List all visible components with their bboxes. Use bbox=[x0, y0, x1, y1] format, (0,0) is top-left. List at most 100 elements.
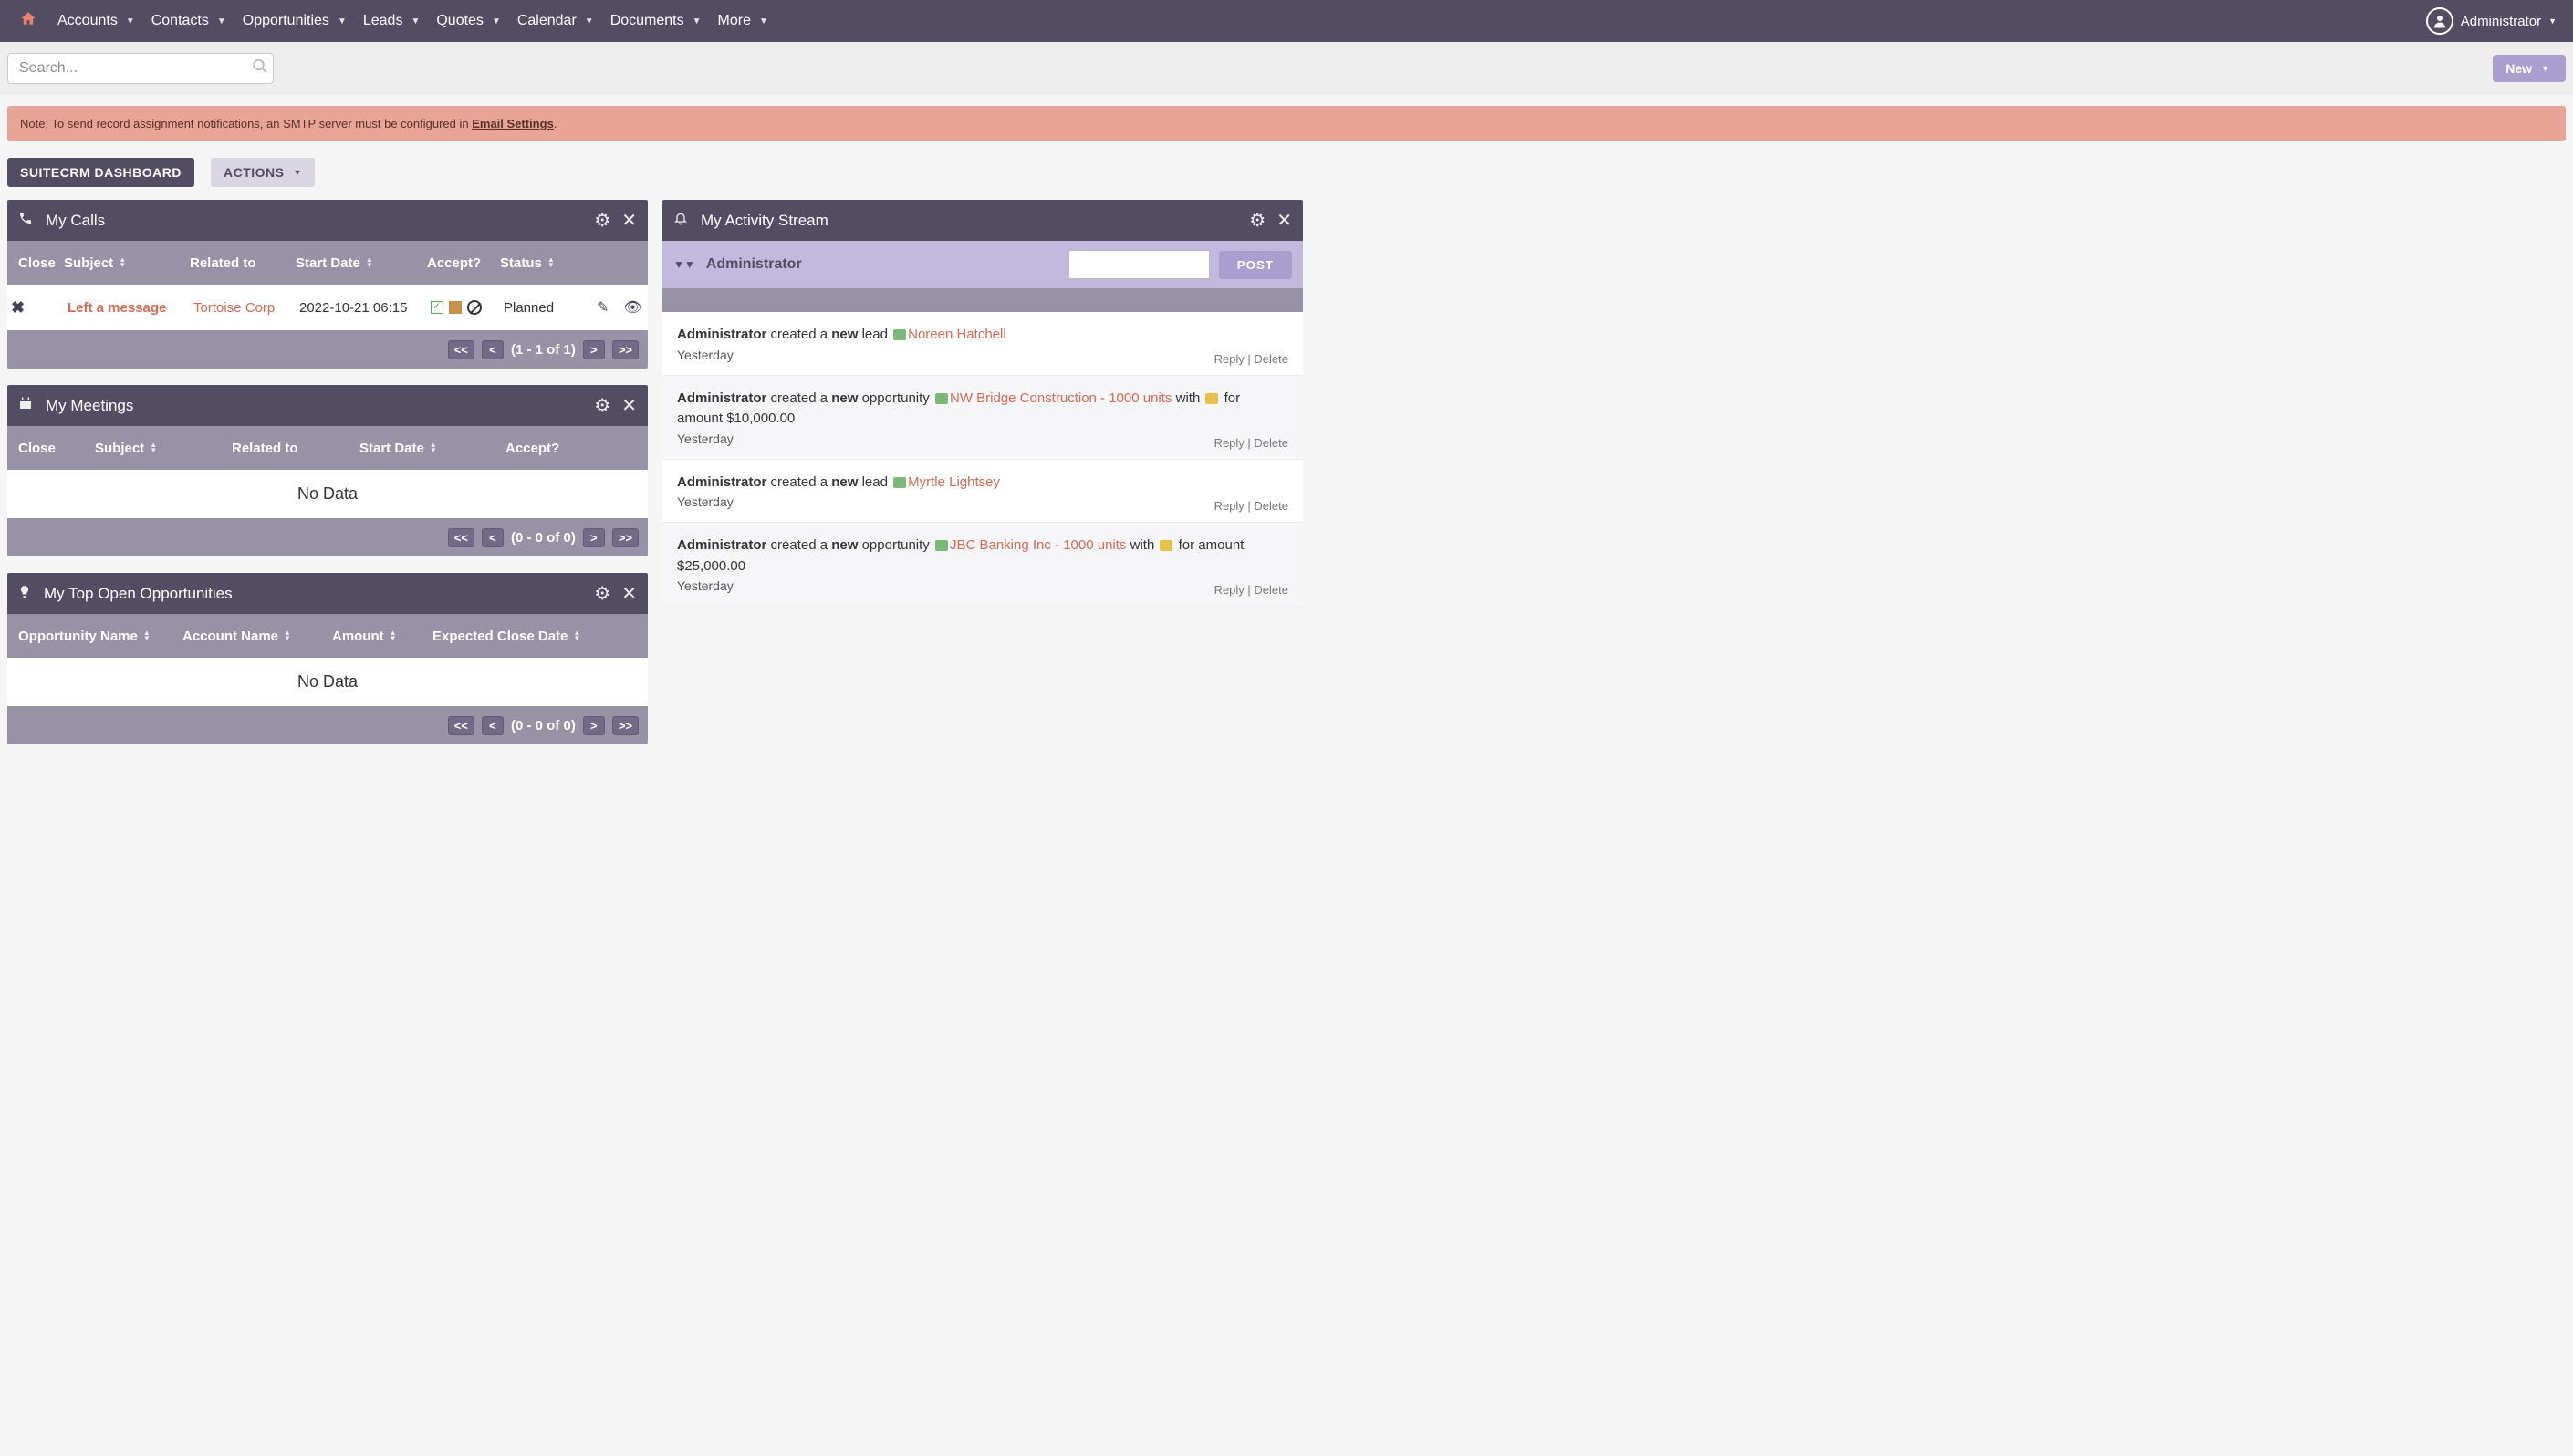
pager-last[interactable]: >> bbox=[612, 528, 639, 547]
bulb-icon bbox=[18, 584, 31, 603]
user-menu[interactable]: Administrator ▼ bbox=[2417, 7, 2566, 35]
new-button[interactable]: New▼ bbox=[2493, 55, 2566, 82]
activity-input[interactable] bbox=[1068, 250, 1210, 279]
content: My Calls ⚙ ✕ Close Subject▲▼ Related to … bbox=[0, 200, 2573, 763]
gear-icon[interactable]: ⚙ bbox=[594, 582, 610, 605]
close-icon[interactable]: ✕ bbox=[1276, 209, 1292, 232]
activity-link[interactable]: NW Bridge Construction - 1000 units bbox=[950, 390, 1172, 406]
view-icon[interactable]: 👁 bbox=[623, 298, 641, 317]
email-settings-link[interactable]: Email Settings bbox=[472, 117, 554, 130]
reply-link[interactable]: Reply bbox=[1214, 352, 1245, 366]
edit-icon[interactable]: ✎ bbox=[597, 298, 609, 317]
avatar-icon bbox=[2426, 7, 2453, 35]
pager-next[interactable]: > bbox=[583, 340, 605, 359]
pager-next[interactable]: > bbox=[583, 716, 605, 735]
pager-info: (0 - 0 of 0) bbox=[511, 530, 576, 546]
activity-divider bbox=[662, 288, 1303, 312]
dashlet-head: My Activity Stream ⚙ ✕ bbox=[662, 200, 1303, 241]
nav-more[interactable]: More▼ bbox=[710, 0, 776, 42]
chevron-down-icon: ▼ bbox=[411, 16, 420, 26]
nav-calendar[interactable]: Calendar▼ bbox=[509, 0, 602, 42]
no-data: No Data bbox=[7, 470, 648, 518]
activity-time: Yesterday bbox=[677, 348, 1288, 362]
post-button[interactable]: POST bbox=[1219, 251, 1292, 279]
col-opp-name[interactable]: Opportunity Name▲▼ bbox=[7, 629, 182, 644]
close-icon[interactable]: ✕ bbox=[621, 209, 637, 232]
search-input[interactable] bbox=[7, 53, 274, 84]
pager-first[interactable]: << bbox=[448, 716, 474, 735]
close-row-icon[interactable]: ✖ bbox=[11, 298, 25, 317]
reply-link[interactable]: Reply bbox=[1214, 583, 1245, 597]
sort-icon: ▲▼ bbox=[366, 257, 373, 268]
folder-icon bbox=[1160, 540, 1172, 551]
pager-info: (0 - 0 of 0) bbox=[511, 718, 576, 733]
delete-link[interactable]: Delete bbox=[1254, 583, 1288, 597]
nav-contacts[interactable]: Contacts▼ bbox=[143, 0, 234, 42]
alert-banner: Note: To send record assignment notifica… bbox=[7, 106, 2566, 141]
pager-prev[interactable]: < bbox=[482, 340, 504, 359]
activity-time: Yesterday bbox=[677, 578, 1288, 593]
col-related: Related to bbox=[232, 441, 359, 456]
pager-last[interactable]: >> bbox=[612, 716, 639, 735]
pager-next[interactable]: > bbox=[583, 528, 605, 547]
col-account[interactable]: Account Name▲▼ bbox=[182, 629, 332, 644]
start-date: 2022-10-21 06:15 bbox=[296, 300, 427, 316]
activity-list[interactable]: Administrator created a new lead Noreen … bbox=[662, 312, 1303, 607]
sub-bar: New▼ bbox=[0, 42, 2573, 95]
gear-icon[interactable]: ⚙ bbox=[1249, 209, 1266, 232]
chevron-down-icon: ▼ bbox=[492, 16, 501, 26]
col-right: My Activity Stream ⚙ ✕ ▼▼ Administrator … bbox=[662, 200, 1303, 607]
home-icon[interactable] bbox=[7, 10, 49, 32]
activity-item: Administrator created a new lead Myrtle … bbox=[662, 460, 1303, 524]
actions-button[interactable]: ACTIONS▼ bbox=[211, 158, 315, 187]
pager-prev[interactable]: < bbox=[482, 716, 504, 735]
chevron-down-icon: ▼ bbox=[294, 168, 302, 177]
col-subject[interactable]: Subject▲▼ bbox=[64, 255, 190, 271]
nav-quotes[interactable]: Quotes▼ bbox=[428, 0, 509, 42]
pager-first[interactable]: << bbox=[448, 528, 474, 547]
chevron-double-down-icon[interactable]: ▼▼ bbox=[673, 258, 695, 271]
nav-leads[interactable]: Leads▼ bbox=[355, 0, 429, 42]
close-icon[interactable]: ✕ bbox=[621, 394, 637, 417]
pager-last[interactable]: >> bbox=[612, 340, 639, 359]
nav-accounts[interactable]: Accounts▼ bbox=[49, 0, 143, 42]
col-related: Related to bbox=[190, 255, 296, 271]
page-head: SUITECRM DASHBOARD ACTIONS▼ bbox=[0, 141, 2573, 200]
related-link[interactable]: Tortoise Corp bbox=[193, 300, 275, 316]
calendar-icon bbox=[18, 396, 33, 415]
table-header: Close Subject▲▼ Related to Start Date▲▼ … bbox=[7, 241, 648, 285]
activity-link[interactable]: Noreen Hatchell bbox=[908, 327, 1006, 342]
reply-link[interactable]: Reply bbox=[1214, 499, 1245, 513]
nav-opportunities[interactable]: Opportunities▼ bbox=[234, 0, 355, 42]
bell-icon bbox=[673, 211, 688, 230]
gear-icon[interactable]: ⚙ bbox=[594, 394, 610, 417]
accept-yes-icon[interactable] bbox=[431, 301, 443, 314]
delete-link[interactable]: Delete bbox=[1254, 436, 1288, 450]
col-amount[interactable]: Amount▲▼ bbox=[332, 629, 432, 644]
nav-documents[interactable]: Documents▼ bbox=[602, 0, 710, 42]
search-icon[interactable] bbox=[252, 58, 268, 79]
delete-link[interactable]: Delete bbox=[1254, 352, 1288, 366]
col-start[interactable]: Start Date▲▼ bbox=[359, 441, 505, 456]
col-subject[interactable]: Subject▲▼ bbox=[95, 441, 232, 456]
delete-link[interactable]: Delete bbox=[1254, 499, 1288, 513]
user-name: Administrator bbox=[2461, 14, 2541, 29]
gear-icon[interactable]: ⚙ bbox=[594, 209, 610, 232]
dashlet-title: My Top Open Opportunities bbox=[44, 585, 583, 603]
pager-prev[interactable]: < bbox=[482, 528, 504, 547]
accept-no-icon[interactable] bbox=[467, 300, 482, 315]
call-subject-link[interactable]: Left a message bbox=[68, 300, 166, 316]
activity-link[interactable]: JBC Banking Inc - 1000 units bbox=[950, 537, 1126, 553]
close-icon[interactable]: ✕ bbox=[621, 582, 637, 605]
opportunity-icon bbox=[935, 393, 948, 404]
col-expected[interactable]: Expected Close Date▲▼ bbox=[432, 629, 648, 644]
accept-tentative-icon[interactable] bbox=[449, 301, 462, 314]
pager-first[interactable]: << bbox=[448, 340, 474, 359]
dashboard-tab[interactable]: SUITECRM DASHBOARD bbox=[7, 158, 194, 187]
col-status[interactable]: Status▲▼ bbox=[500, 255, 578, 271]
pager: << < (0 - 0 of 0) > >> bbox=[7, 518, 648, 556]
col-accept: Accept? bbox=[427, 255, 500, 271]
col-start[interactable]: Start Date▲▼ bbox=[296, 255, 427, 271]
reply-link[interactable]: Reply bbox=[1214, 436, 1245, 450]
activity-link[interactable]: Myrtle Lightsey bbox=[908, 474, 1000, 490]
